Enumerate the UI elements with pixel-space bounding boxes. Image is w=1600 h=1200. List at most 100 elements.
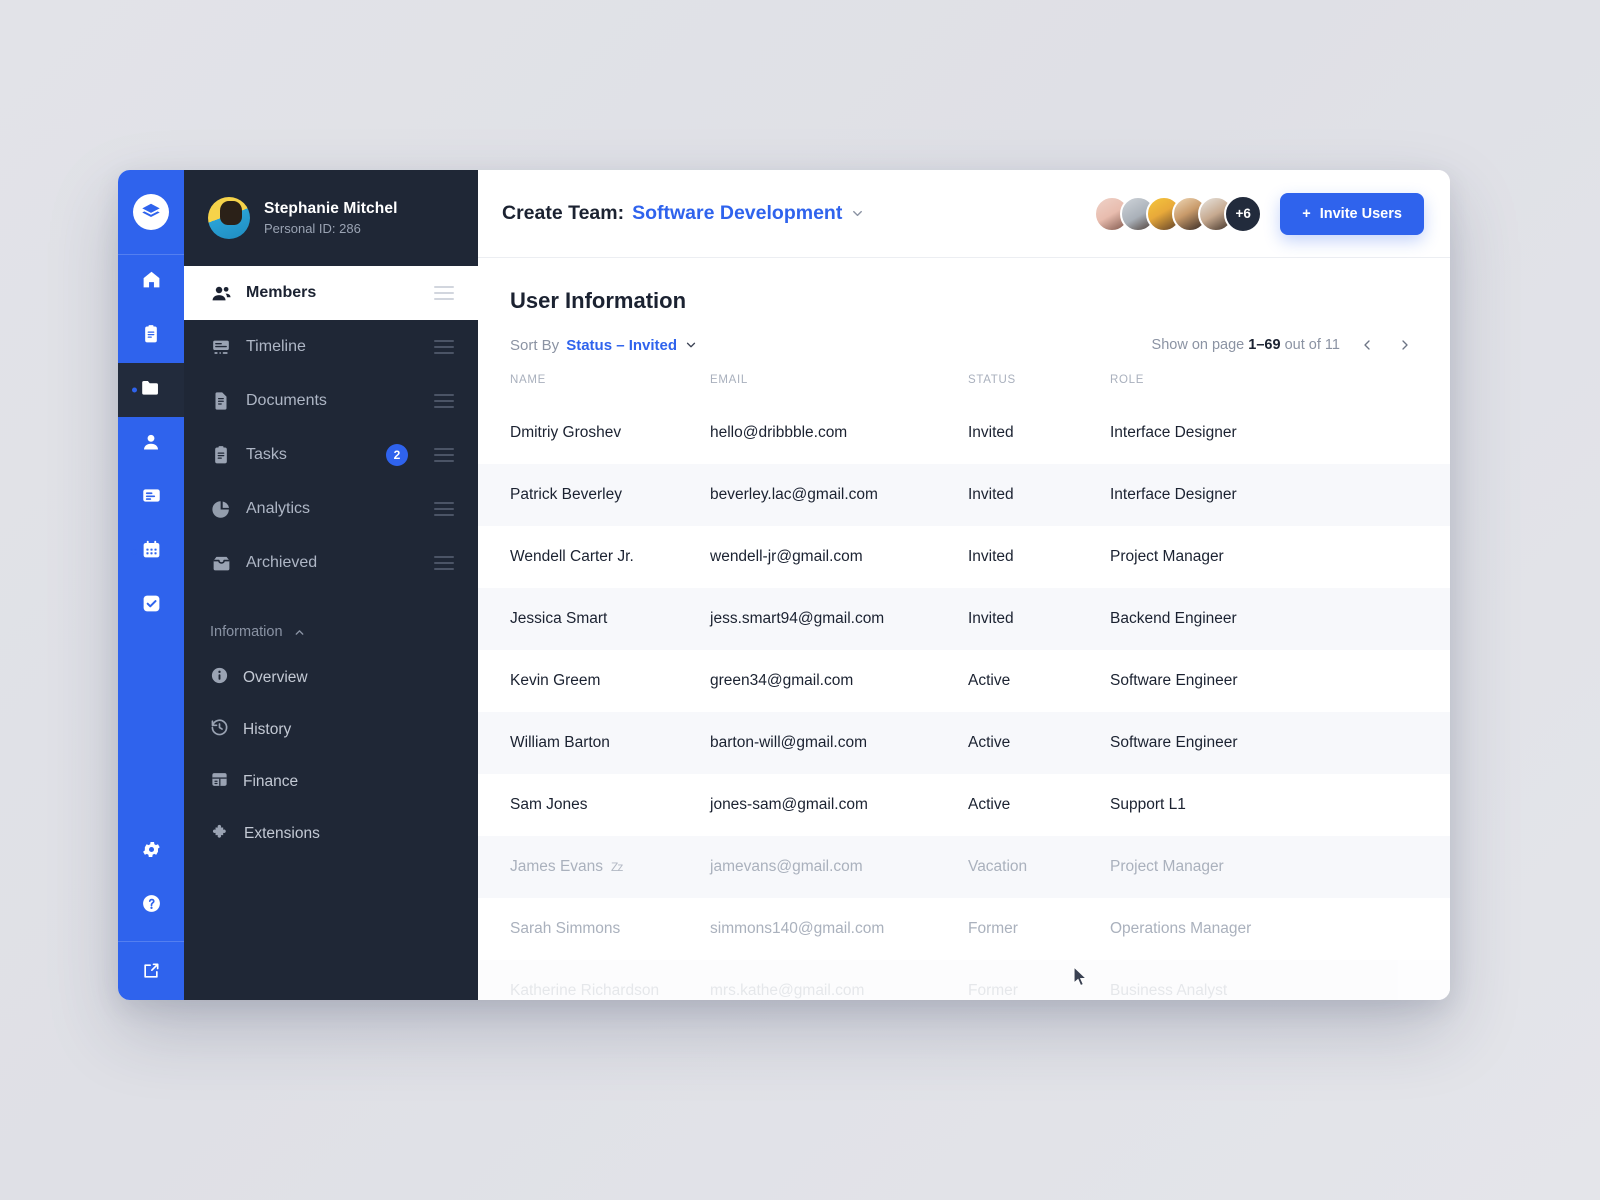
column-header-role[interactable]: ROLE	[1110, 374, 1450, 402]
drag-handle-icon[interactable]	[434, 448, 454, 462]
rail-bottom-list	[118, 825, 184, 933]
sidebar-item-members[interactable]: Members	[184, 266, 478, 320]
top-bar-right: +6 + Invite Users	[1094, 192, 1424, 235]
icon-rail	[118, 170, 184, 1000]
cell-role: Software Engineer	[1110, 712, 1450, 774]
member-avatar-stack[interactable]: +6	[1094, 194, 1263, 233]
cell-name: Katherine Richardson	[478, 960, 710, 1000]
rail-item-help[interactable]	[118, 879, 184, 933]
user-name: Sarah Simmons	[510, 920, 621, 937]
cell-email: wendell-jr@gmail.com	[710, 548, 863, 565]
sidebar-subitem-extensions[interactable]: Extensions	[184, 808, 478, 860]
nav-panel: Stephanie Mitchel Personal ID: 286 Membe…	[184, 170, 478, 1000]
invite-users-button[interactable]: + Invite Users	[1280, 192, 1424, 235]
cell-name: Sam Jones	[478, 774, 710, 836]
nav-sub-list: Overview History Finance Extensions	[184, 652, 478, 860]
drag-handle-icon[interactable]	[434, 502, 454, 516]
cell-role: Software Engineer	[1110, 672, 1238, 689]
nav-section-label: Information	[210, 624, 283, 640]
column-header-status[interactable]: STATUS	[968, 374, 1110, 402]
team-name[interactable]: Software Development	[632, 202, 842, 225]
column-header-name[interactable]: NAME	[478, 374, 710, 402]
sidebar-item-documents[interactable]: Documents	[184, 374, 478, 428]
status-badge: Active	[968, 796, 1011, 813]
page-prefix: Show on page	[1151, 337, 1245, 353]
rail-item-list	[118, 255, 184, 633]
active-dot	[132, 549, 137, 555]
cell-name: Sarah Simmons	[478, 898, 710, 960]
drag-handle-icon[interactable]	[434, 556, 454, 570]
table-row[interactable]: William Barton barton-will@gmail.com Activ…	[478, 712, 1450, 774]
content-header: User Information Sort By Status – Invite…	[478, 288, 1450, 356]
clipboard-icon	[141, 324, 161, 349]
table-head: NAME EMAIL STATUS ROLE	[478, 374, 1450, 402]
top-bar: Create Team: Software Development +6 + I…	[478, 170, 1450, 258]
cell-email: jess.smart94@gmail.com	[710, 588, 968, 650]
table-row[interactable]: Katherine Richardson mrs.kathe@gmail.com F…	[478, 960, 1450, 1000]
table-row[interactable]: Wendell Carter Jr. wendell-jr@gmail.com In…	[478, 526, 1450, 588]
avatar-overflow-count[interactable]: +6	[1224, 194, 1263, 233]
table-row[interactable]: Dmitriy Groshev hello@dribbble.com Invited…	[478, 402, 1450, 464]
sort-by-control[interactable]: Sort By Status – Invited	[510, 337, 698, 354]
rail-item-files[interactable]	[118, 363, 184, 417]
cell-email: jones-sam@gmail.com	[710, 796, 868, 813]
cell-role: Interface Designer	[1110, 424, 1237, 441]
sidebar-item-analytics[interactable]: Analytics	[184, 482, 478, 536]
create-team-prefix: Create Team:	[502, 202, 625, 224]
user-name: Wendell Carter Jr.	[510, 548, 634, 565]
nav-list: Members Timeline Documents Tasks 2 Analytics A…	[184, 266, 478, 590]
sidebar-item-archieved[interactable]: Archieved	[184, 536, 478, 590]
content-area: User Information Sort By Status – Invite…	[478, 258, 1450, 1000]
drag-handle-icon[interactable]	[434, 340, 454, 354]
cell-email: beverley.lac@gmail.com	[710, 464, 968, 526]
user-name: William Barton	[510, 734, 610, 751]
user-name: Dmitriy Groshev	[510, 424, 622, 441]
sidebar-item-label: Tasks	[246, 446, 287, 463]
analytics-icon	[210, 498, 232, 520]
table-row[interactable]: James Evans Zz jamevans@gmail.com Vacation P…	[478, 836, 1450, 898]
rail-item-calendar[interactable]	[118, 525, 184, 579]
cell-email: simmons140@gmail.com	[710, 920, 885, 937]
status-badge: Invited	[968, 424, 1014, 441]
chevron-down-icon[interactable]	[684, 338, 698, 352]
cell-role: Interface Designer	[1110, 464, 1450, 526]
sidebar-subitem-finance[interactable]: Finance	[184, 756, 478, 808]
table-row[interactable]: Kevin Greem green34@gmail.com Active Softwa…	[478, 650, 1450, 712]
cell-role: Support L1	[1110, 796, 1186, 813]
user-icon	[141, 432, 161, 457]
cell-name: Dmitriy Groshev	[478, 402, 710, 464]
prev-page-button[interactable]	[1356, 334, 1378, 356]
members-icon	[210, 282, 232, 304]
nav-section-information[interactable]: Information	[184, 590, 478, 652]
sidebar-subitem-overview[interactable]: Overview	[184, 652, 478, 704]
table-row[interactable]: Sarah Simmons simmons140@gmail.com Former O…	[478, 898, 1450, 960]
sidebar-item-tasks[interactable]: Tasks 2	[184, 428, 478, 482]
profile-text: Stephanie Mitchel Personal ID: 286	[264, 200, 397, 236]
help-icon	[141, 893, 162, 919]
chevron-down-icon[interactable]	[850, 206, 865, 221]
rail-item-contacts[interactable]	[118, 417, 184, 471]
sidebar-subitem-history[interactable]: History	[184, 704, 478, 756]
check-square-icon	[141, 593, 162, 619]
rail-item-settings[interactable]	[118, 825, 184, 879]
rail-item-home[interactable]	[118, 255, 184, 309]
next-page-button[interactable]	[1394, 334, 1416, 356]
column-header-email[interactable]: EMAIL	[710, 374, 968, 402]
drag-handle-icon[interactable]	[434, 286, 454, 300]
cell-name: William Barton	[478, 712, 710, 774]
external-link-icon[interactable]	[118, 942, 184, 1000]
table-body: Dmitriy Groshev hello@dribbble.com Invited…	[478, 402, 1450, 1000]
status-badge: Former	[968, 960, 1110, 1000]
rail-item-tasks[interactable]	[118, 579, 184, 633]
drag-handle-icon[interactable]	[434, 394, 454, 408]
profile-block[interactable]: Stephanie Mitchel Personal ID: 286	[184, 170, 478, 266]
table-row[interactable]: Patrick Beverley beverley.lac@gmail.com In…	[478, 464, 1450, 526]
rail-item-billing[interactable]	[118, 471, 184, 525]
rail-item-projects[interactable]	[118, 309, 184, 363]
table-row[interactable]: Sam Jones jones-sam@gmail.com Active Suppor…	[478, 774, 1450, 836]
invite-users-label: Invite Users	[1319, 205, 1402, 222]
app-logo[interactable]	[118, 170, 184, 254]
sidebar-item-timeline[interactable]: Timeline	[184, 320, 478, 374]
status-badge: Vacation	[968, 836, 1110, 898]
table-row[interactable]: Jessica Smart jess.smart94@gmail.com Invit…	[478, 588, 1450, 650]
